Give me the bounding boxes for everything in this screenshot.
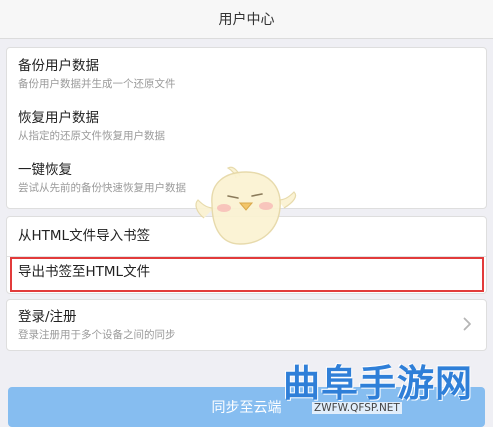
restore-title: 恢复用户数据 [18,110,99,126]
backup-subtitle: 备份用户数据并生成一个还原文件 [18,78,176,90]
login-register-title: 登录/注册 [18,309,77,325]
login-register-subtitle: 登录注册用于多个设备之间的同步 [18,329,176,341]
restore-user-data-item[interactable]: 恢复用户数据 从指定的还原文件恢复用户数据 [18,109,476,143]
restore-subtitle: 从指定的还原文件恢复用户数据 [18,130,165,142]
top-bar: 用户中心 [0,0,493,39]
chevron-right-icon [463,316,472,335]
backup-user-data-item[interactable]: 备份用户数据 备份用户数据并生成一个还原文件 [18,57,476,91]
page-title: 用户中心 [218,12,275,28]
watermark-url: ZWFW.QFSP.NET [312,402,402,414]
login-register-item[interactable]: 登录/注册 登录注册用于多个设备之间的同步 [18,308,476,342]
watermark-logo: 曲阜手游网 [283,362,473,405]
account-card[interactable]: 登录/注册 登录注册用于多个设备之间的同步 [6,299,487,351]
backup-title: 备份用户数据 [18,58,99,74]
highlight-box [10,257,484,292]
mascot-chick-icon [188,162,300,256]
